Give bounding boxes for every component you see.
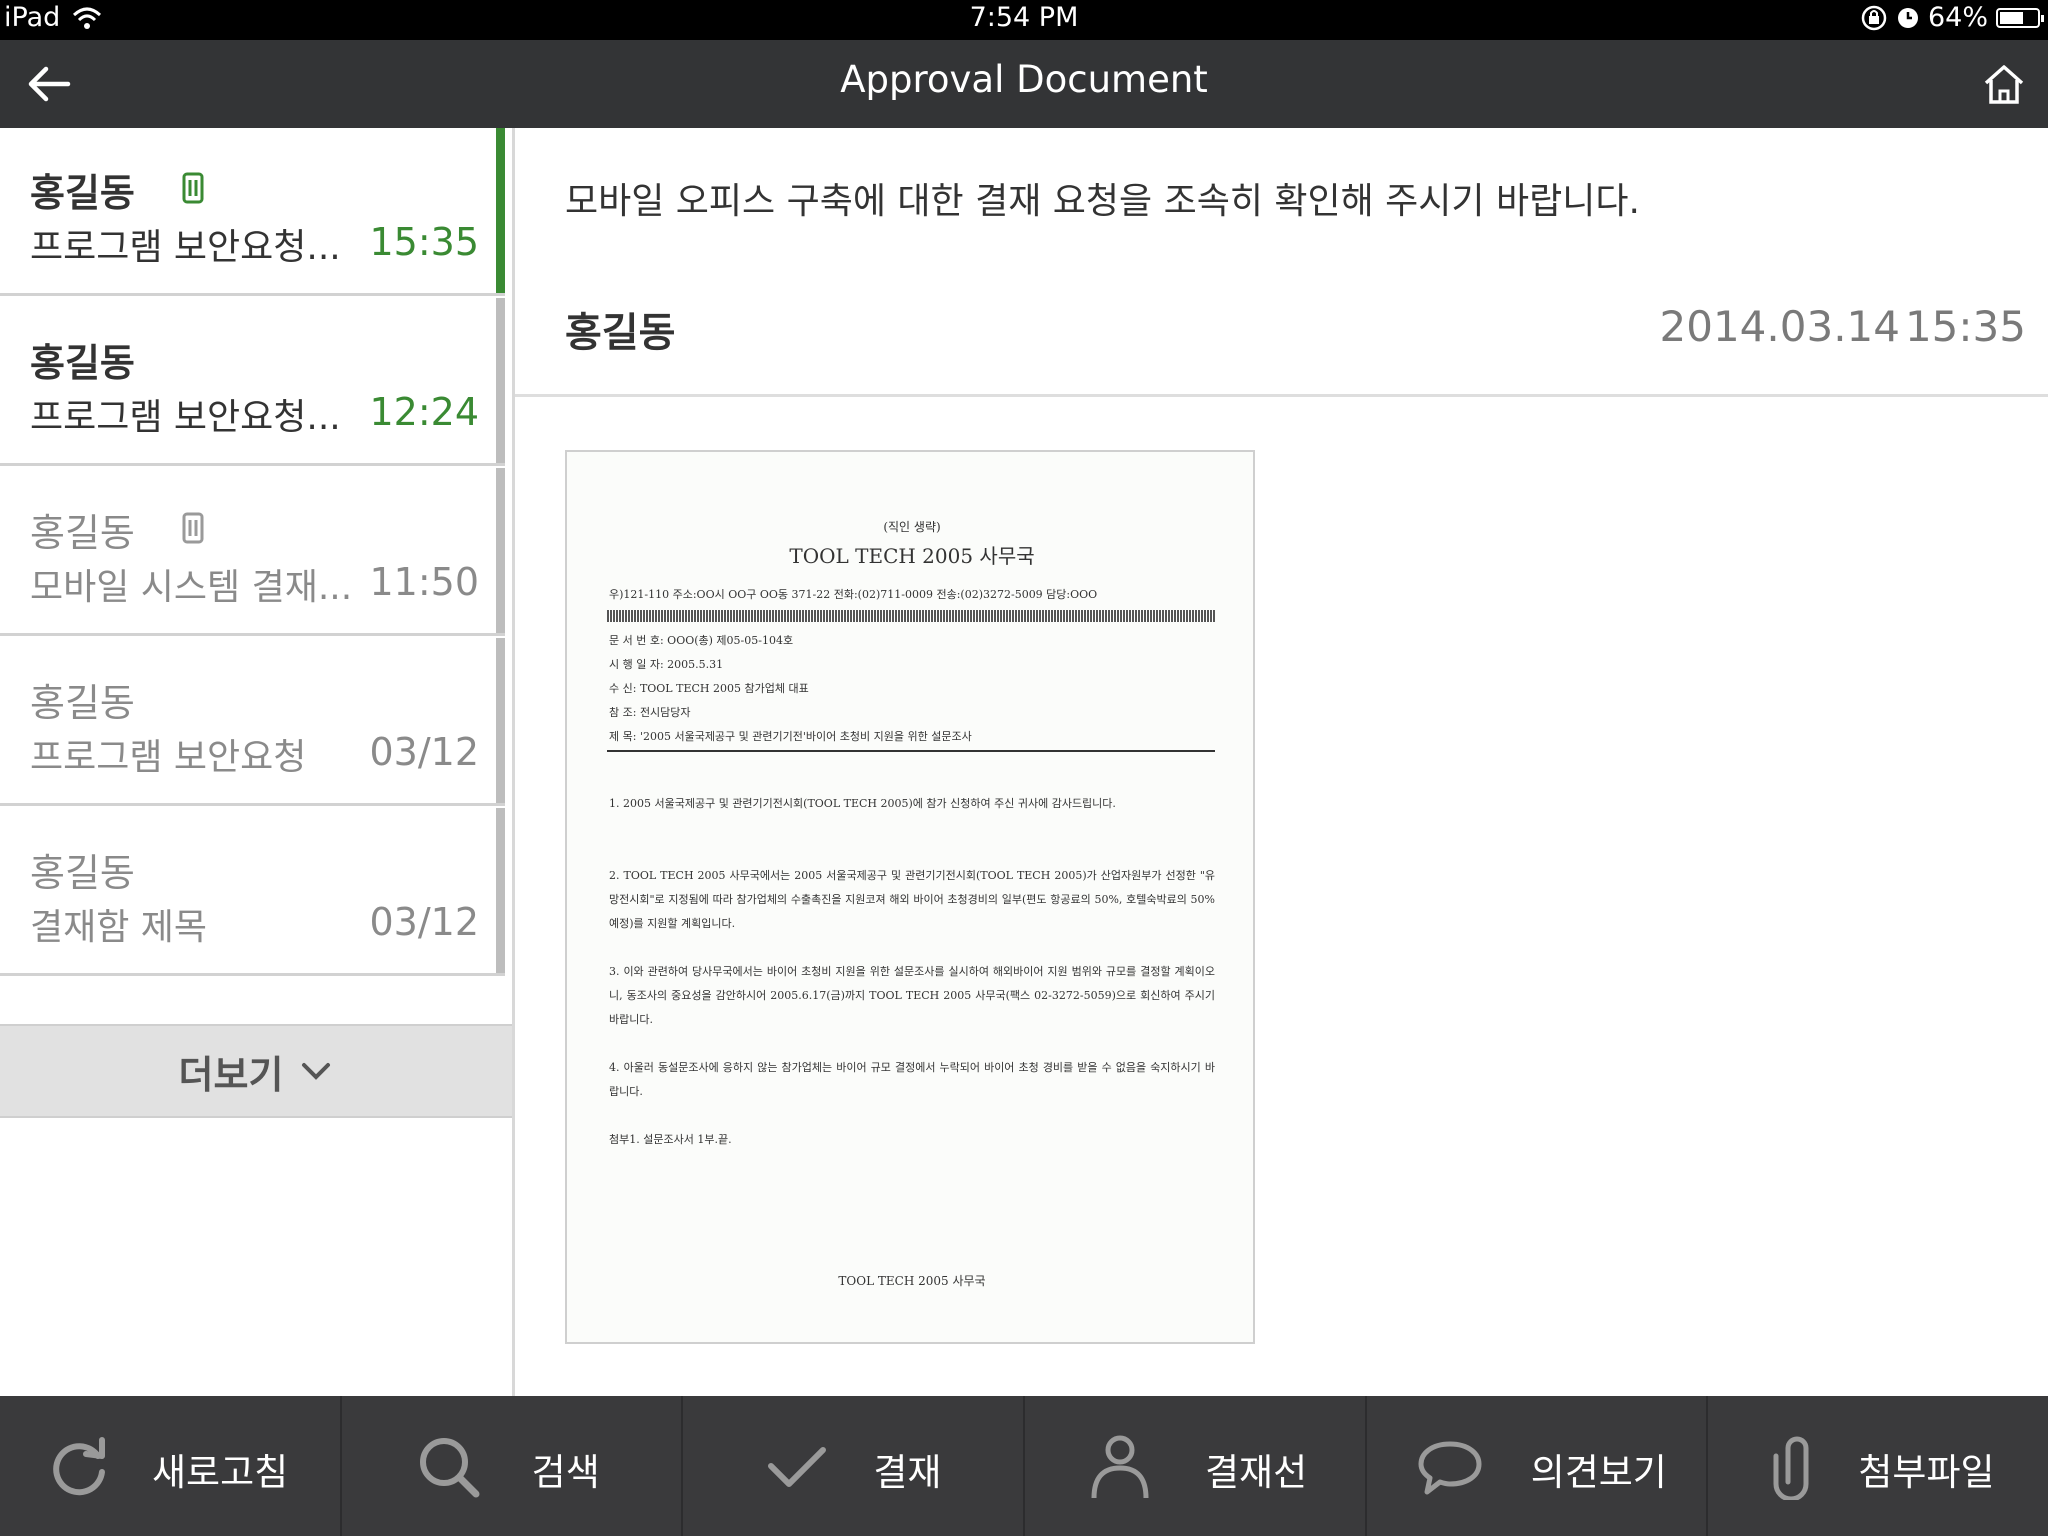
document-time: 15:35: [1904, 302, 2026, 351]
document-meta-line: 수 신: TOOL TECH 2005 참가업체 대표: [609, 682, 809, 695]
load-more-button[interactable]: 더보기: [0, 1024, 512, 1118]
approve-label: 결재: [873, 1451, 942, 1494]
battery-level: [2000, 11, 2023, 24]
list-item-time: 03/12: [369, 900, 479, 944]
document-meta-line: 문 서 번 호: OOO(총) 제05-05-104호: [609, 634, 794, 647]
person-icon: [1091, 1435, 1149, 1499]
attachment-icon: [182, 512, 204, 544]
title-bar: Approval Document: [0, 40, 2048, 128]
document-meta-line: 제 목: '2005 서울국제공구 및 관련기기전'바이어 초청비 지원을 위한…: [609, 730, 972, 743]
document-paragraph: 3. 이와 관련하여 당사무국에서는 바이어 초청비 지원을 위한 설문조사를 …: [609, 965, 1215, 1026]
comments-label: 의견보기: [1530, 1451, 1667, 1494]
home-icon[interactable]: [1982, 62, 2026, 106]
attachments-label: 첨부파일: [1858, 1451, 1995, 1494]
list-item-subject: 결재함 제목: [30, 907, 208, 948]
document-rule: [607, 750, 1215, 752]
list-item-sender: 홍길동: [30, 171, 135, 215]
list-item[interactable]: 홍길동 프로그램 보안요청... 15:35: [0, 128, 505, 296]
status-bar: iPad 7:54 PM 64%: [0, 0, 2048, 40]
bottom-toolbar: 새로고침 검색 결재 결재선 의견보기 첨부파일: [0, 1396, 2048, 1536]
approve-button[interactable]: 결재: [683, 1396, 1026, 1536]
search-button[interactable]: 검색: [342, 1396, 684, 1536]
list-item-time: 15:35: [369, 220, 479, 264]
document-separator: [607, 610, 1215, 622]
document-preview[interactable]: (직인 생략) TOOL TECH 2005 사무국 우)121-110 주소:…: [565, 450, 1255, 1344]
document-date: 2014.03.14: [1659, 302, 1900, 351]
load-more-label: 더보기: [178, 1052, 284, 1097]
document-meta-line: 시 행 일 자: 2005.5.31: [609, 658, 724, 671]
battery-percent: 64%: [1927, 2, 1988, 33]
comments-button[interactable]: 의견보기: [1367, 1396, 1709, 1536]
document-paragraph: 2. TOOL TECH 2005 사무국에서는 2005 서울국제공구 및 관…: [609, 869, 1215, 930]
chevron-down-icon: [302, 1063, 331, 1080]
list-item-sender: 홍길동: [30, 851, 135, 895]
document-detail: 모바일 오피스 구축에 대한 결재 요청을 조속히 확인해 주시기 바랍니다. …: [515, 128, 2048, 1396]
alarm-icon: [1897, 7, 1918, 28]
list-item[interactable]: 홍길동 모바일 시스템 결재... 11:50: [0, 468, 505, 636]
approval-message: 모바일 오피스 구축에 대한 결재 요청을 조속히 확인해 주시기 바랍니다.: [565, 181, 1640, 222]
search-label: 검색: [531, 1451, 600, 1494]
divider: [515, 394, 2048, 397]
approval-line-label: 결재선: [1205, 1451, 1308, 1494]
refresh-label: 새로고침: [152, 1451, 289, 1494]
list-item-subject: 프로그램 보안요청...: [30, 227, 341, 268]
document-address: 우)121-110 주소:OO시 OO구 OO동 371-22 전화:(02)7…: [609, 588, 1098, 601]
document-footer: TOOL TECH 2005 사무국: [838, 1274, 986, 1288]
paperclip-icon: [1773, 1436, 1809, 1500]
document-organization: TOOL TECH 2005 사무국: [789, 544, 1035, 568]
speech-bubble-icon: [1418, 1441, 1482, 1495]
rotation-lock-icon: [1861, 5, 1887, 30]
battery-icon: [1996, 7, 2044, 28]
refresh-icon: [53, 1437, 105, 1496]
document-meta-line: 참 조: 전시담당자: [609, 706, 691, 719]
document-paragraph: 4. 아울러 동설문조사에 응하지 않는 참가업체는 바이어 규모 결정에서 누…: [609, 1061, 1215, 1098]
page-title: Approval Document: [840, 58, 1208, 101]
list-item-sender: 홍길동: [30, 511, 135, 555]
list-item-subject: 프로그램 보안요청...: [30, 397, 341, 438]
document-paragraph: 1. 2005 서울국제공구 및 관련기기전시회(TOOL TECH 2005)…: [609, 797, 1116, 810]
list-item-subject: 모바일 시스템 결재...: [30, 567, 353, 608]
status-time: 7:54 PM: [969, 2, 1079, 33]
approval-list: 홍길동 프로그램 보안요청... 15:35 홍길동 프로그램 보안요청... …: [0, 128, 515, 1396]
document-attachment-note: 첨부1. 설문조사서 1부.끝.: [609, 1133, 732, 1146]
list-item[interactable]: 홍길동 결재함 제목 03/12: [0, 808, 505, 976]
list-item-sender: 홍길동: [30, 341, 135, 385]
document-seal-note: (직인 생략): [883, 520, 941, 534]
list-item[interactable]: 홍길동 프로그램 보안요청... 12:24: [0, 298, 505, 466]
list-item-sender: 홍길동: [30, 681, 135, 725]
approval-line-button[interactable]: 결재선: [1025, 1396, 1367, 1536]
list-item[interactable]: 홍길동 프로그램 보안요청 03/12: [0, 638, 505, 806]
document-sender: 홍길동: [565, 310, 676, 356]
attachment-icon: [182, 172, 204, 204]
checkmark-icon: [768, 1447, 827, 1487]
list-item-time: 03/12: [369, 730, 479, 774]
list-item-subject: 프로그램 보안요청: [30, 737, 307, 778]
list-item-time: 12:24: [369, 390, 479, 434]
search-icon: [419, 1438, 480, 1498]
refresh-button[interactable]: 새로고침: [0, 1396, 342, 1536]
attachments-button[interactable]: 첨부파일: [1708, 1396, 2048, 1536]
list-item-time: 11:50: [369, 560, 479, 604]
